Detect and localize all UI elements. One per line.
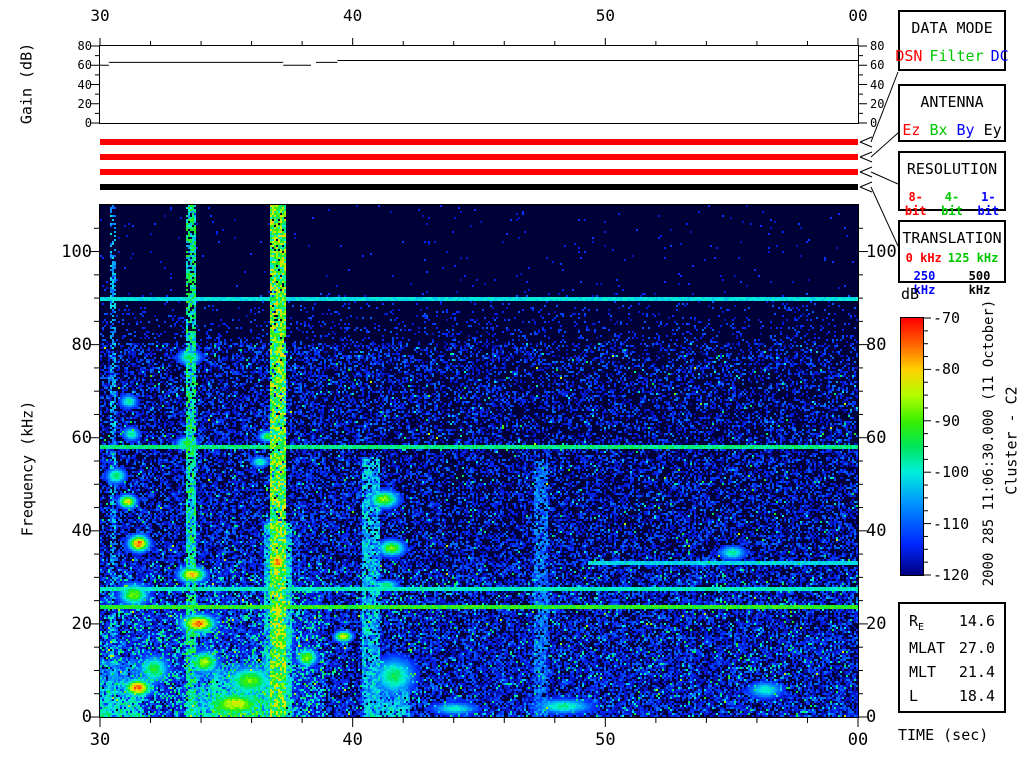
spectrogram-canvas xyxy=(100,205,858,717)
ephemeris-panel: RE 14.6 MLAT 27.0 MLT 21.4 L 18.4 xyxy=(898,602,1006,713)
mlt-value: 21.4 xyxy=(959,663,995,681)
antenna-ey: Ey xyxy=(984,121,1002,139)
tick-label: 50 xyxy=(585,732,625,749)
tick-label: 00 xyxy=(838,8,878,24)
tick-label: -110 xyxy=(933,517,983,532)
tick-label: 40 xyxy=(58,79,92,91)
ephemeris-row-re: RE 14.6 xyxy=(909,612,995,633)
tick-label: 40 xyxy=(333,8,373,24)
tick-label: 30 xyxy=(80,732,120,749)
translation-title: TRANSLATION xyxy=(900,229,1004,247)
tick-label: -120 xyxy=(933,568,983,583)
l-value: 18.4 xyxy=(959,687,995,705)
status-bar-data-mode xyxy=(100,139,858,145)
tick-label: 60 xyxy=(52,430,92,447)
resolution-8bit: 8-bit xyxy=(900,190,931,218)
data-mode-dsn: DSN xyxy=(895,47,922,65)
data-mode-panel: DATA MODE DSN Filter DC xyxy=(898,10,1006,71)
status-bar-antenna xyxy=(100,154,858,160)
time-axis-label: TIME (sec) xyxy=(898,728,988,743)
tick-label: -100 xyxy=(933,465,983,480)
translation-panel: TRANSLATION 0 kHz 125 kHz 250 kHz 500 kH… xyxy=(898,220,1006,283)
tick-label: 30 xyxy=(80,8,120,24)
resolution-1bit: 1-bit xyxy=(973,190,1004,218)
mlat-label: MLAT xyxy=(909,639,945,657)
tick-label: 50 xyxy=(585,8,625,24)
timestamp-label: 2000 285 11:06:30.000 (11 October) xyxy=(982,293,996,593)
ephemeris-row-mlat: MLAT 27.0 xyxy=(909,639,995,657)
tick-label: -70 xyxy=(933,311,983,326)
mlt-label: MLT xyxy=(909,663,936,681)
tick-label: 20 xyxy=(52,616,92,633)
ephemeris-row-mlt: MLT 21.4 xyxy=(909,663,995,681)
mlat-value: 27.0 xyxy=(959,639,995,657)
resolution-panel: RESOLUTION 8-bit 4-bit 1-bit xyxy=(898,151,1006,211)
spacecraft-label: Cluster - C2 xyxy=(1005,356,1020,526)
tick-label: 00 xyxy=(838,732,878,749)
data-mode-filter: Filter xyxy=(929,47,983,65)
tick-label: 100 xyxy=(52,244,92,261)
translation-500khz: 500 kHz xyxy=(955,269,1004,297)
resolution-4bit: 4-bit xyxy=(936,190,967,218)
tick-label: 40 xyxy=(52,523,92,540)
antenna-panel: ANTENNA Ez Bx By Ey xyxy=(898,84,1006,142)
tick-label: 20 xyxy=(58,98,92,110)
tick-label: -90 xyxy=(933,414,983,429)
antenna-bx: Bx xyxy=(929,121,947,139)
translation-125khz: 125 kHz xyxy=(948,251,999,265)
resolution-title: RESOLUTION xyxy=(900,160,1004,178)
gain-axis-label: Gain (dB) xyxy=(20,29,35,139)
re-value: 14.6 xyxy=(959,612,995,633)
tick-label: 60 xyxy=(58,59,92,71)
tick-label: 0 xyxy=(52,709,92,726)
tick-label: 80 xyxy=(52,337,92,354)
re-label: R xyxy=(909,612,918,630)
status-bar-translation xyxy=(100,184,858,190)
tick-label: 80 xyxy=(58,40,92,52)
ephemeris-row-l: L 18.4 xyxy=(909,687,995,705)
colorbar-unit-label: dB xyxy=(901,287,919,302)
tick-label: 0 xyxy=(58,117,92,129)
translation-0khz: 0 kHz xyxy=(906,251,942,265)
colorbar-frame xyxy=(900,317,924,576)
tick-label: -80 xyxy=(933,362,983,377)
tick-label: 40 xyxy=(333,732,373,749)
data-mode-title: DATA MODE xyxy=(900,19,1004,37)
antenna-title: ANTENNA xyxy=(900,93,1004,111)
colorbar-gradient xyxy=(901,318,923,575)
gain-plot-frame xyxy=(99,45,859,124)
status-bar-resolution xyxy=(100,169,858,175)
frequency-axis-label: Frequency (kHz) xyxy=(21,389,36,549)
antenna-by: By xyxy=(957,121,975,139)
antenna-ez: Ez xyxy=(902,121,920,139)
re-sub: E xyxy=(918,622,924,633)
l-label: L xyxy=(909,687,918,705)
spectrogram-frame xyxy=(99,204,859,718)
data-mode-dc: DC xyxy=(991,47,1009,65)
wbd-spectrogram-display: Gain (dB) Frequency (kHz) DATA MODE DSN … xyxy=(0,0,1024,768)
